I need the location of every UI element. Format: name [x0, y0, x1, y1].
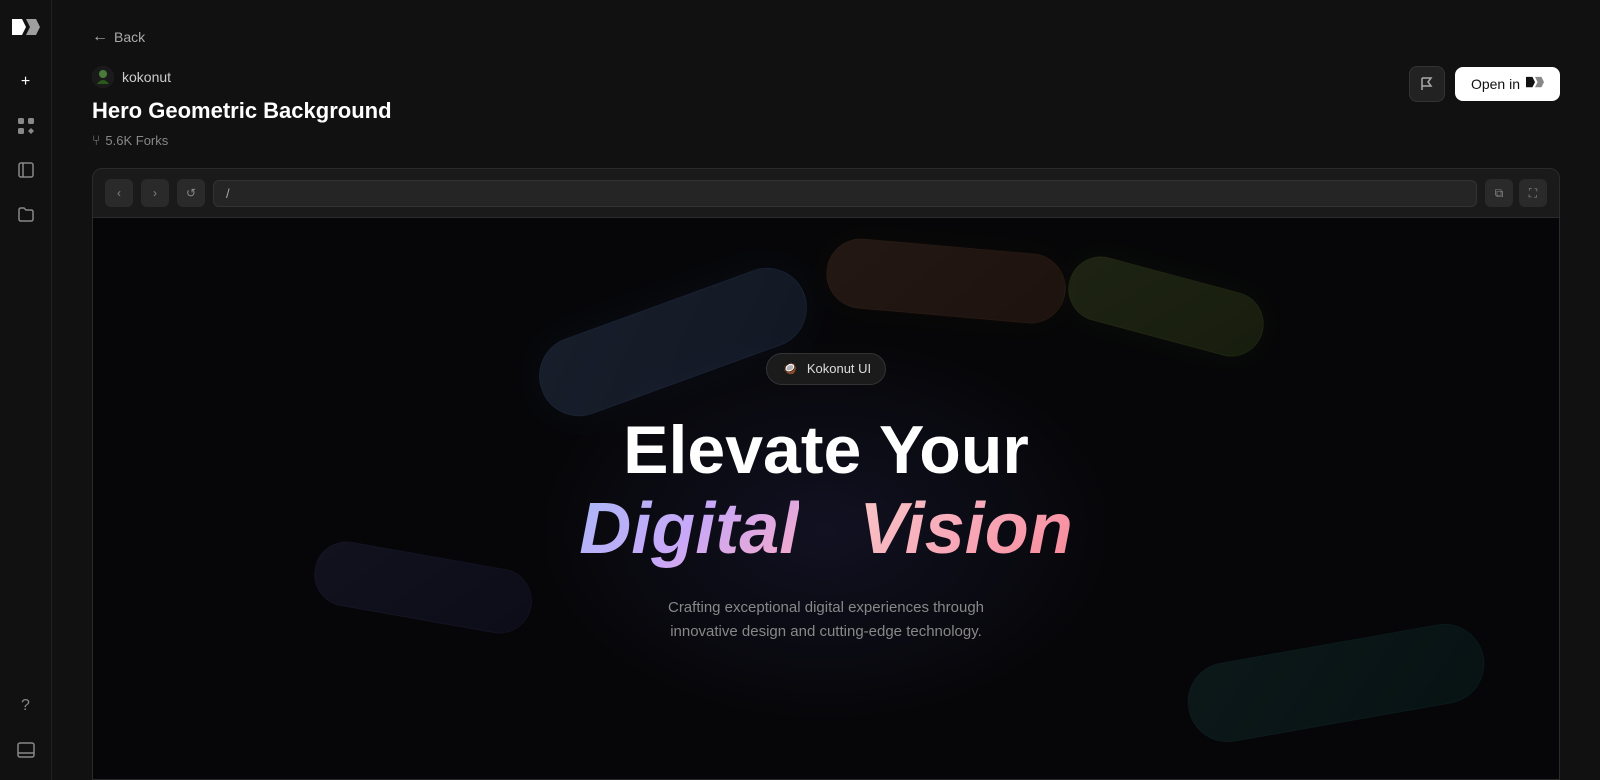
app-logo[interactable] — [8, 12, 44, 48]
hero-title: Elevate Your Digital Vision — [579, 413, 1072, 571]
badge-icon: 🥥 — [781, 360, 799, 378]
hero-word-vision: Vision — [859, 489, 1072, 569]
hero-section: 🥥 Kokonut UI Elevate Your Digital Vision… — [93, 218, 1559, 779]
author-row: kokonut — [92, 66, 392, 88]
forward-browser-button[interactable]: › — [141, 179, 169, 207]
hero-word-digital: Digital — [579, 489, 799, 569]
back-browser-button[interactable]: ‹ — [105, 179, 133, 207]
geometric-pill-3 — [823, 236, 1068, 327]
forks-info: ⑂ 5.6K Forks — [92, 132, 392, 148]
project-info: kokonut Hero Geometric Background ⑂ 5.6K… — [92, 66, 392, 148]
fullscreen-button[interactable]: ⛶ — [1519, 179, 1547, 207]
geometric-pill-4 — [309, 536, 537, 638]
sidebar-bottom: ? — [8, 688, 44, 768]
components-button[interactable] — [8, 108, 44, 144]
folder-button[interactable] — [8, 196, 44, 232]
project-title: Hero Geometric Background — [92, 98, 392, 124]
refresh-browser-button[interactable]: ↺ — [177, 179, 205, 207]
new-tab-button[interactable]: ⧉ — [1485, 179, 1513, 207]
forks-count: 5.6K Forks — [105, 133, 168, 148]
preview-frame: 🥥 Kokonut UI Elevate Your Digital Vision… — [92, 218, 1560, 780]
geometric-pill-5 — [1181, 617, 1490, 748]
hero-badge: 🥥 Kokonut UI — [766, 353, 886, 385]
open-in-v0-button[interactable]: Open in — [1455, 67, 1560, 101]
avatar — [92, 66, 114, 88]
sidebar: + ? — [0, 0, 52, 780]
badge-text: Kokonut UI — [807, 361, 871, 376]
v0-logo-icon — [1526, 75, 1544, 93]
preview-wrapper: ‹ › ↺ / ⧉ ⛶ — [92, 168, 1560, 780]
main-content: ← Back kokonut Hero Geometric Background — [52, 0, 1600, 780]
header: ← Back kokonut Hero Geometric Background — [52, 0, 1600, 148]
back-label: Back — [114, 29, 145, 45]
browser-chrome: ‹ › ↺ / ⧉ ⛶ — [92, 168, 1560, 218]
forks-icon: ⑂ — [92, 132, 100, 148]
book-button[interactable] — [8, 152, 44, 188]
geometric-pill-1 — [528, 257, 818, 428]
hero-title-line2: Digital Vision — [579, 488, 1072, 571]
browser-right-actions: ⧉ ⛶ — [1485, 179, 1547, 207]
address-bar[interactable]: / — [213, 180, 1477, 207]
panel-button[interactable] — [8, 732, 44, 768]
hero-title-line1: Elevate Your — [579, 413, 1072, 488]
project-meta: kokonut Hero Geometric Background ⑂ 5.6K… — [92, 66, 1560, 148]
hero-subtitle: Crafting exceptional digital experiences… — [668, 596, 984, 644]
open-button-label: Open in — [1471, 76, 1520, 92]
back-arrow-icon: ← — [92, 28, 108, 46]
add-button[interactable]: + — [8, 64, 44, 100]
back-link[interactable]: ← Back — [92, 28, 1560, 46]
geometric-pill-2 — [1061, 249, 1271, 364]
flag-button[interactable] — [1409, 66, 1445, 102]
help-button[interactable]: ? — [8, 688, 44, 724]
author-name: kokonut — [122, 69, 171, 85]
header-actions: Open in — [1409, 66, 1560, 102]
